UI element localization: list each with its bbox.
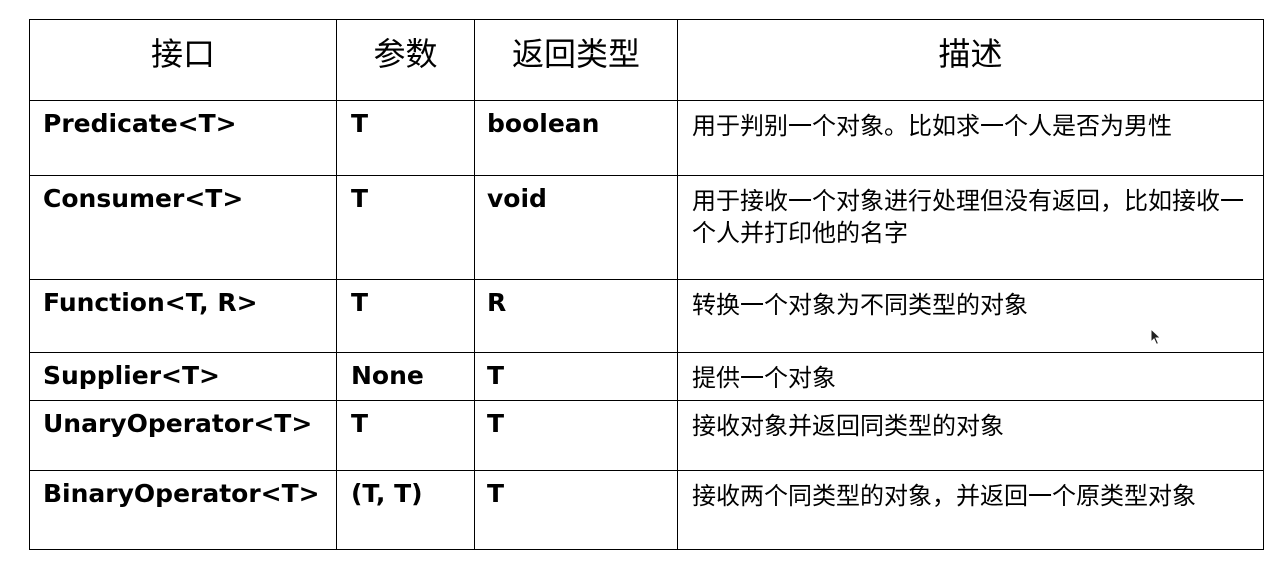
- table-row: Function<T, R> T R 转换一个对象为不同类型的对象: [29, 279, 1264, 353]
- cell-interface: BinaryOperator<T>: [29, 470, 337, 550]
- cell-interface: UnaryOperator<T>: [29, 400, 337, 471]
- functional-interfaces-table-wrapper: 接口 参数 返回类型 描述 Predicate<T> T boolean 用于判…: [29, 19, 1264, 550]
- header-description: 描述: [677, 19, 1264, 101]
- cell-param: T: [336, 175, 475, 280]
- table-row: Predicate<T> T boolean 用于判别一个对象。比如求一个人是否…: [29, 100, 1264, 176]
- header-return-type: 返回类型: [474, 19, 678, 101]
- cell-description: 接收对象并返回同类型的对象: [677, 400, 1264, 471]
- cell-param: None: [336, 352, 475, 401]
- cell-interface: Predicate<T>: [29, 100, 337, 176]
- cell-param: T: [336, 100, 475, 176]
- table-row: UnaryOperator<T> T T 接收对象并返回同类型的对象: [29, 400, 1264, 471]
- cell-interface: Function<T, R>: [29, 279, 337, 353]
- table-row: BinaryOperator<T> (T, T) T 接收两个同类型的对象，并返…: [29, 470, 1264, 550]
- cell-return-type: void: [474, 175, 678, 280]
- cell-return-type: T: [474, 400, 678, 471]
- cell-interface: Supplier<T>: [29, 352, 337, 401]
- header-interface: 接口: [29, 19, 337, 101]
- cell-description: 用于判别一个对象。比如求一个人是否为男性: [677, 100, 1264, 176]
- cell-return-type: T: [474, 470, 678, 550]
- header-params: 参数: [336, 19, 475, 101]
- cell-param: T: [336, 279, 475, 353]
- table-row: Supplier<T> None T 提供一个对象: [29, 352, 1264, 401]
- cell-description: 用于接收一个对象进行处理但没有返回，比如接收一个人并打印他的名字: [677, 175, 1264, 280]
- cell-return-type: boolean: [474, 100, 678, 176]
- cell-description: 接收两个同类型的对象，并返回一个原类型对象: [677, 470, 1264, 550]
- functional-interfaces-table: 接口 参数 返回类型 描述 Predicate<T> T boolean 用于判…: [29, 19, 1264, 550]
- cell-param: T: [336, 400, 475, 471]
- cell-return-type: T: [474, 352, 678, 401]
- cell-description: 转换一个对象为不同类型的对象: [677, 279, 1264, 353]
- cell-return-type: R: [474, 279, 678, 353]
- cell-description: 提供一个对象: [677, 352, 1264, 401]
- cell-param: (T, T): [336, 470, 475, 550]
- cell-interface: Consumer<T>: [29, 175, 337, 280]
- table-header-row: 接口 参数 返回类型 描述: [29, 19, 1264, 101]
- mouse-pointer-icon: [1150, 328, 1162, 346]
- table-row: Consumer<T> T void 用于接收一个对象进行处理但没有返回，比如接…: [29, 175, 1264, 280]
